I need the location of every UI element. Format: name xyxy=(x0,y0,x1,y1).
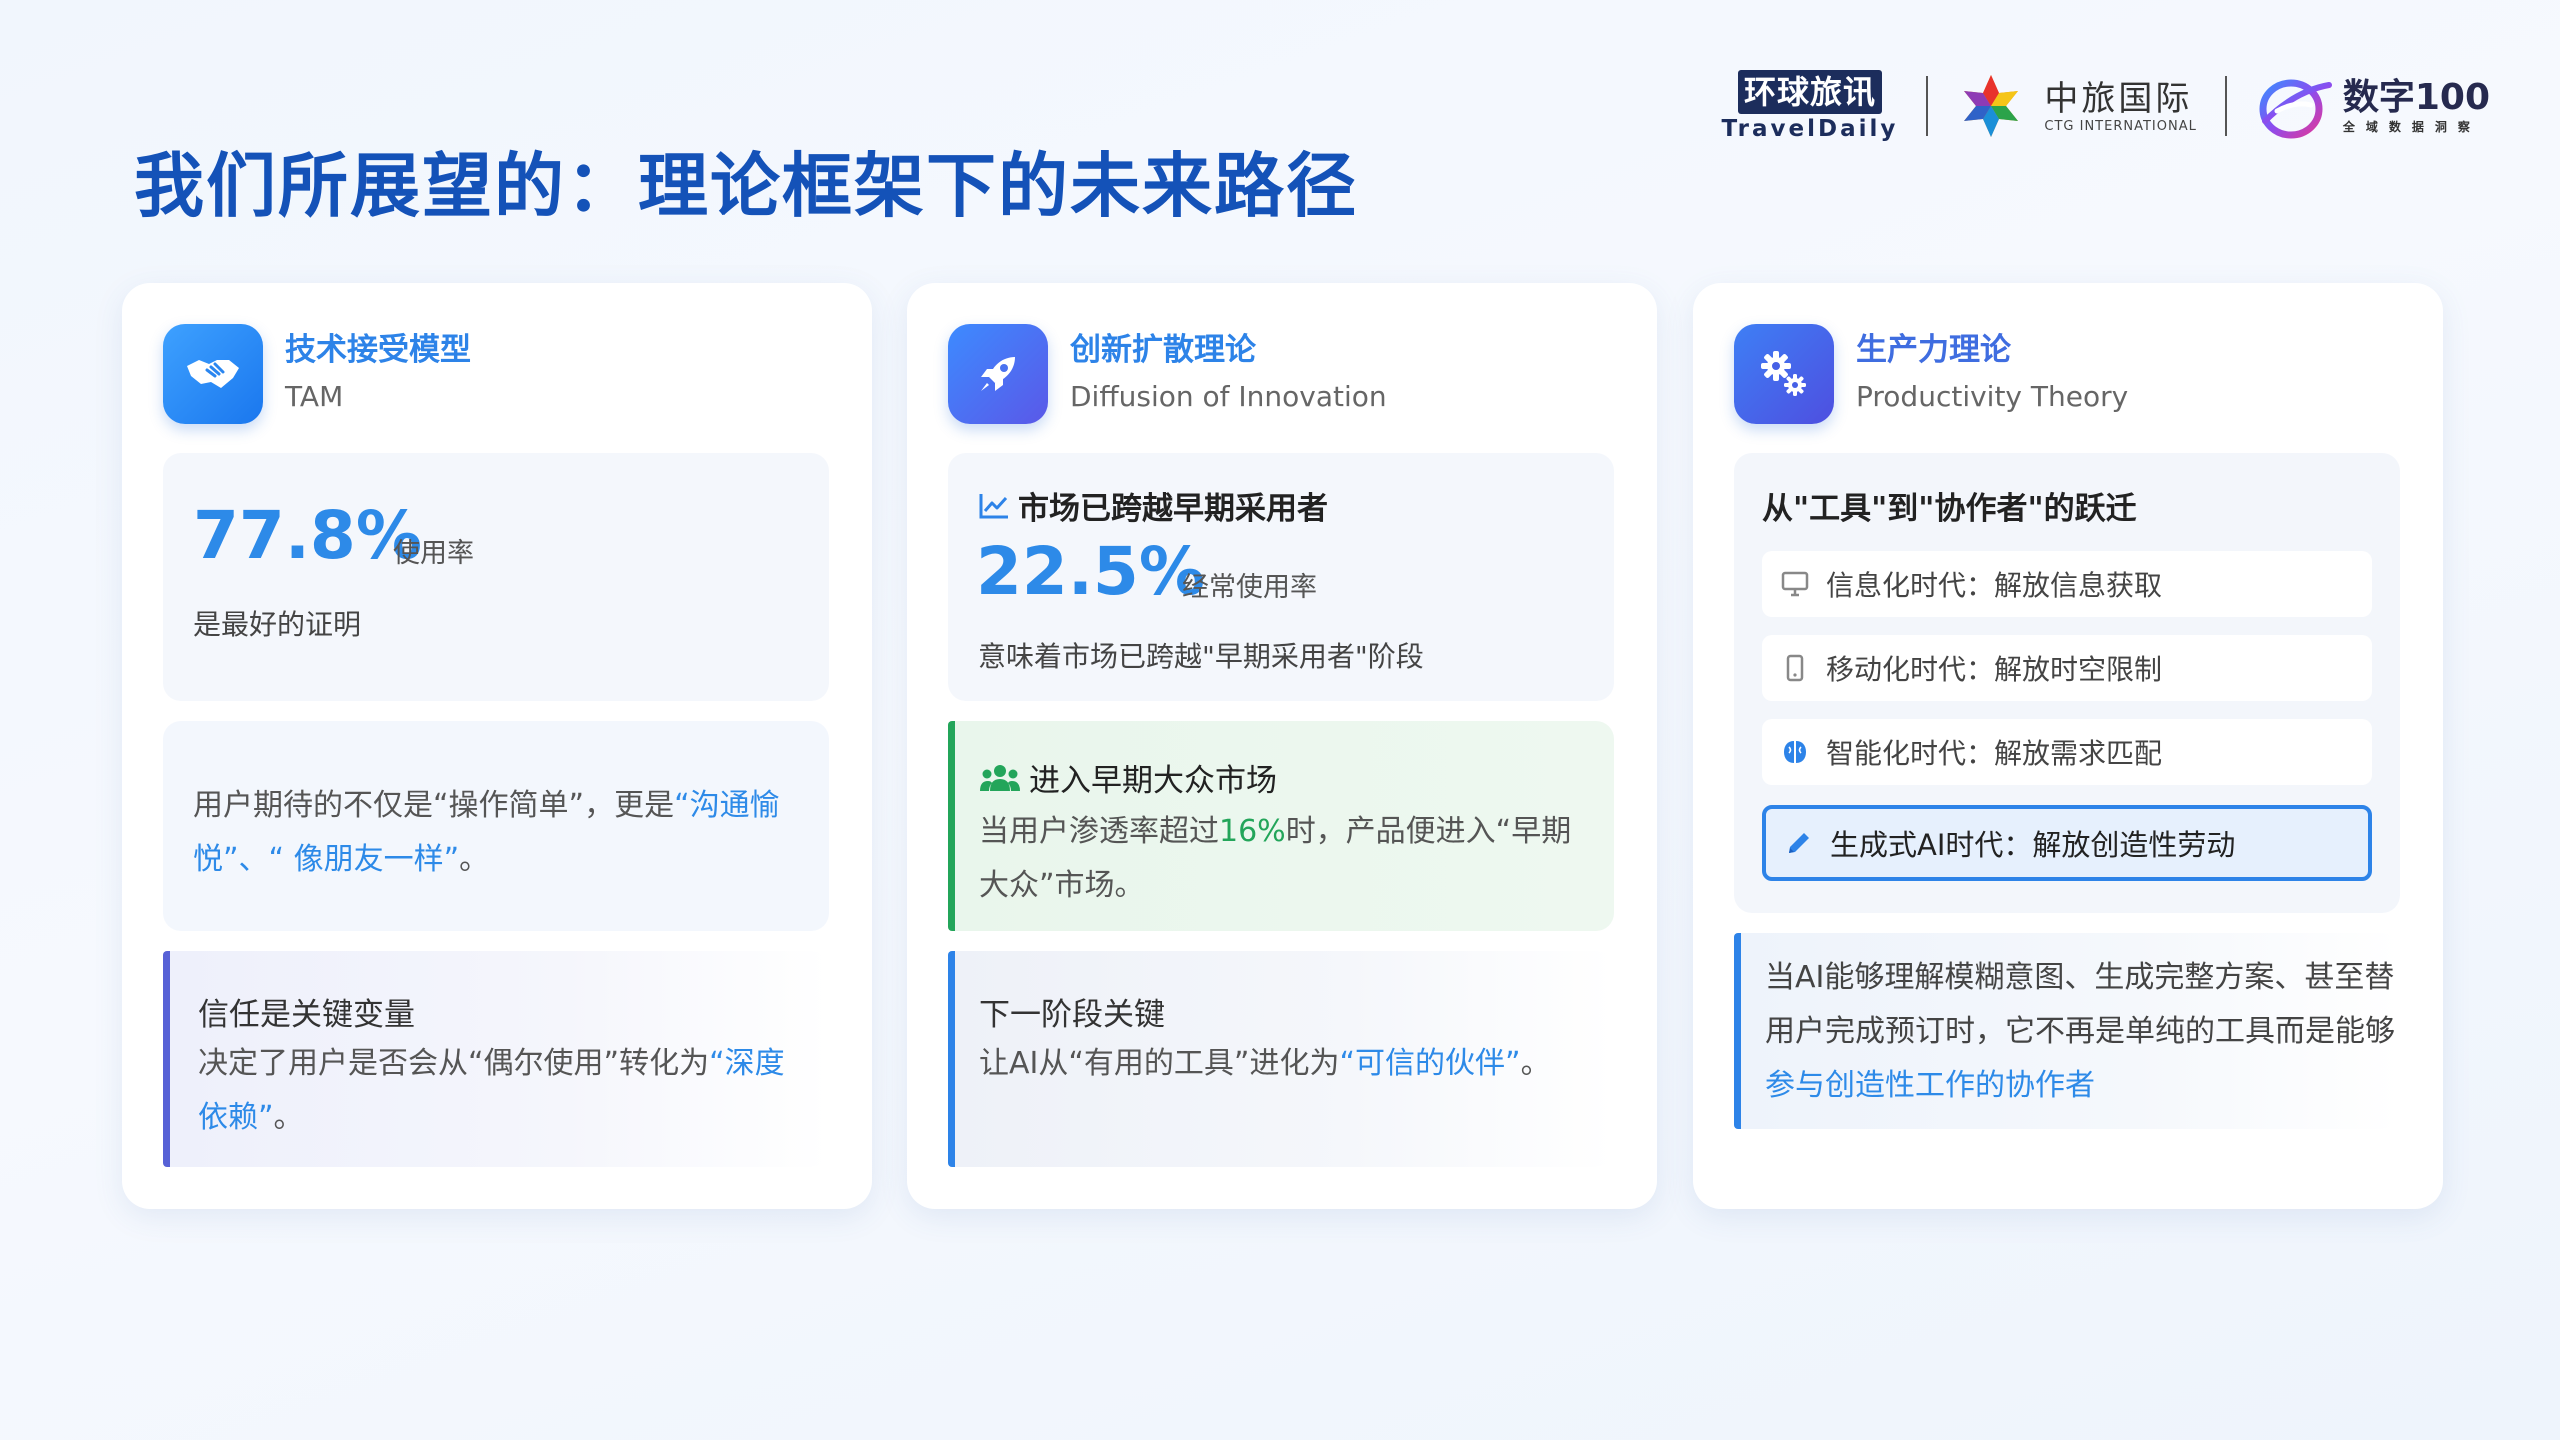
handshake-icon xyxy=(163,324,263,424)
diffusion-majority-title: 进入早期大众市场 xyxy=(1029,763,1277,799)
diffusion-majority-highlight: 16% xyxy=(1219,814,1286,849)
d100-logo: 数字100 全域数据洞察 xyxy=(2255,71,2490,141)
tam-title: 技术接受模型 xyxy=(285,332,471,368)
productivity-shift-box: 从"工具"到"协作者"的跃迁 信息化时代：解放信息获取 移动化时代：解放时空限制… xyxy=(1734,453,2400,913)
era-label: 信息化时代：解放信息获取 xyxy=(1826,569,2163,602)
d100-swirl-icon xyxy=(2259,79,2332,139)
gears-icon xyxy=(1734,324,1834,424)
traveldaily-logo-en: TravelDaily xyxy=(1721,116,1899,142)
ctg-logo: 中旅国际 CTG INTERNATIONAL xyxy=(1956,71,2196,141)
diffusion-stat-desc: 意味着市场已跨越"早期采用者"阶段 xyxy=(978,640,1424,673)
productivity-conclusion-highlight: 参与创造性工作的协作者 xyxy=(1765,1068,2095,1103)
diffusion-subtitle: Diffusion of Innovation xyxy=(1070,380,1387,413)
diffusion-card: 创新扩散理论 Diffusion of Innovation 市场已跨越早期采用… xyxy=(907,283,1657,1209)
pencil-icon xyxy=(1784,828,1814,858)
era-item-mobile: 移动化时代：解放时空限制 xyxy=(1762,635,2372,701)
diffusion-stat-value: 22.5% xyxy=(976,533,1205,610)
diffusion-next-box: 下一阶段关键 让AI从“有用的工具”进化为“可信的伙伴”。 xyxy=(948,951,1614,1167)
era-label: 智能化时代：解放需求匹配 xyxy=(1826,737,2163,770)
logo-bar: 环球旅讯 TravelDaily 中旅国际 CTG INTERNATIONAL xyxy=(1722,66,2490,146)
tam-trust-box: 信任是关键变量 决定了用户是否会从“偶尔使用”转化为“深度依赖”。 xyxy=(163,951,829,1167)
tam-stat-box: 77.8% 使用率 是最好的证明 xyxy=(163,453,829,701)
diffusion-next-text: 让AI从“有用的工具”进化为“可信的伙伴”。 xyxy=(979,1046,1551,1081)
productivity-title: 生产力理论 xyxy=(1856,332,2011,368)
tam-expectation-box: 用户期待的不仅是“操作简单”，更是“沟通愉悦”、“ 像朋友一样”。 xyxy=(163,721,829,931)
d100-logo-en: 全域数据洞察 xyxy=(2342,119,2481,134)
diffusion-majority-text: 当用户渗透率超过16%时，产品便进入“早期大众”市场。 xyxy=(979,814,1572,903)
monitor-icon xyxy=(1780,569,1810,599)
era-label: 移动化时代：解放时空限制 xyxy=(1826,653,2163,686)
diffusion-next-highlight: “可信的伙伴” xyxy=(1339,1046,1521,1081)
users-icon xyxy=(980,764,1020,791)
diffusion-stat-box: 市场已跨越早期采用者 22.5% 经常使用率 意味着市场已跨越"早期采用者"阶段 xyxy=(948,453,1614,701)
tam-stat-value: 77.8% xyxy=(193,497,422,574)
logo-divider xyxy=(2224,76,2227,136)
tam-stat-unit: 使用率 xyxy=(393,538,474,569)
tam-trust-title: 信任是关键变量 xyxy=(198,997,415,1033)
era-item-generative-ai: 生成式AI时代：解放创造性劳动 xyxy=(1762,805,2372,881)
brain-icon xyxy=(1780,737,1810,767)
traveldaily-logo-cn: 环球旅讯 xyxy=(1737,70,1882,114)
mobile-icon xyxy=(1780,653,1810,683)
diffusion-next-title: 下一阶段关键 xyxy=(979,997,1165,1033)
logo-divider xyxy=(1926,76,1929,136)
productivity-conclusion-text: 当AI能够理解模糊意图、生成完整方案、甚至替用户完成预订时，它不再是单纯的工具而… xyxy=(1765,960,2395,1103)
productivity-subtitle: Productivity Theory xyxy=(1856,380,2129,413)
ctg-logo-en: CTG INTERNATIONAL xyxy=(2044,118,2197,134)
tam-card: 技术接受模型 TAM 77.8% 使用率 是最好的证明 用户期待的不仅是“操作简… xyxy=(122,283,872,1209)
era-item-intelligence: 智能化时代：解放需求匹配 xyxy=(1762,719,2372,785)
tam-stat-desc: 是最好的证明 xyxy=(193,608,362,641)
d100-logo-cn: 数字100 xyxy=(2342,76,2490,118)
diffusion-stat-unit: 经常使用率 xyxy=(1182,572,1317,603)
productivity-shift-title: 从"工具"到"协作者"的跃迁 xyxy=(1762,491,2137,527)
rocket-icon xyxy=(948,324,1048,424)
diffusion-majority-box: 进入早期大众市场 当用户渗透率超过16%时，产品便进入“早期大众”市场。 xyxy=(948,721,1614,931)
ctg-logo-cn: 中旅国际 xyxy=(2044,78,2193,119)
era-label: 生成式AI时代：解放创造性劳动 xyxy=(1830,828,2236,862)
ctg-star-icon xyxy=(1964,75,2019,137)
diffusion-title: 创新扩散理论 xyxy=(1070,332,1256,368)
traveldaily-logo: 环球旅讯 TravelDaily xyxy=(1722,70,1899,142)
diffusion-market-title: 市场已跨越早期采用者 xyxy=(1018,491,1328,527)
page-title: 我们所展望的：理论框架下的未来路径 xyxy=(134,145,1358,227)
trend-chart-icon xyxy=(979,493,1008,518)
productivity-card: 生产力理论 Productivity Theory 从"工具"到"协作者"的跃迁… xyxy=(1693,283,2443,1209)
tam-subtitle: TAM xyxy=(285,380,344,413)
era-item-information: 信息化时代：解放信息获取 xyxy=(1762,551,2372,617)
tam-trust-text: 决定了用户是否会从“偶尔使用”转化为“深度依赖”。 xyxy=(198,1046,785,1135)
productivity-conclusion-box: 当AI能够理解模糊意图、生成完整方案、甚至替用户完成预订时，它不再是单纯的工具而… xyxy=(1734,933,2400,1129)
tam-expectation-text: 用户期待的不仅是“操作简单”，更是“沟通愉悦”、“ 像朋友一样”。 xyxy=(193,788,780,877)
